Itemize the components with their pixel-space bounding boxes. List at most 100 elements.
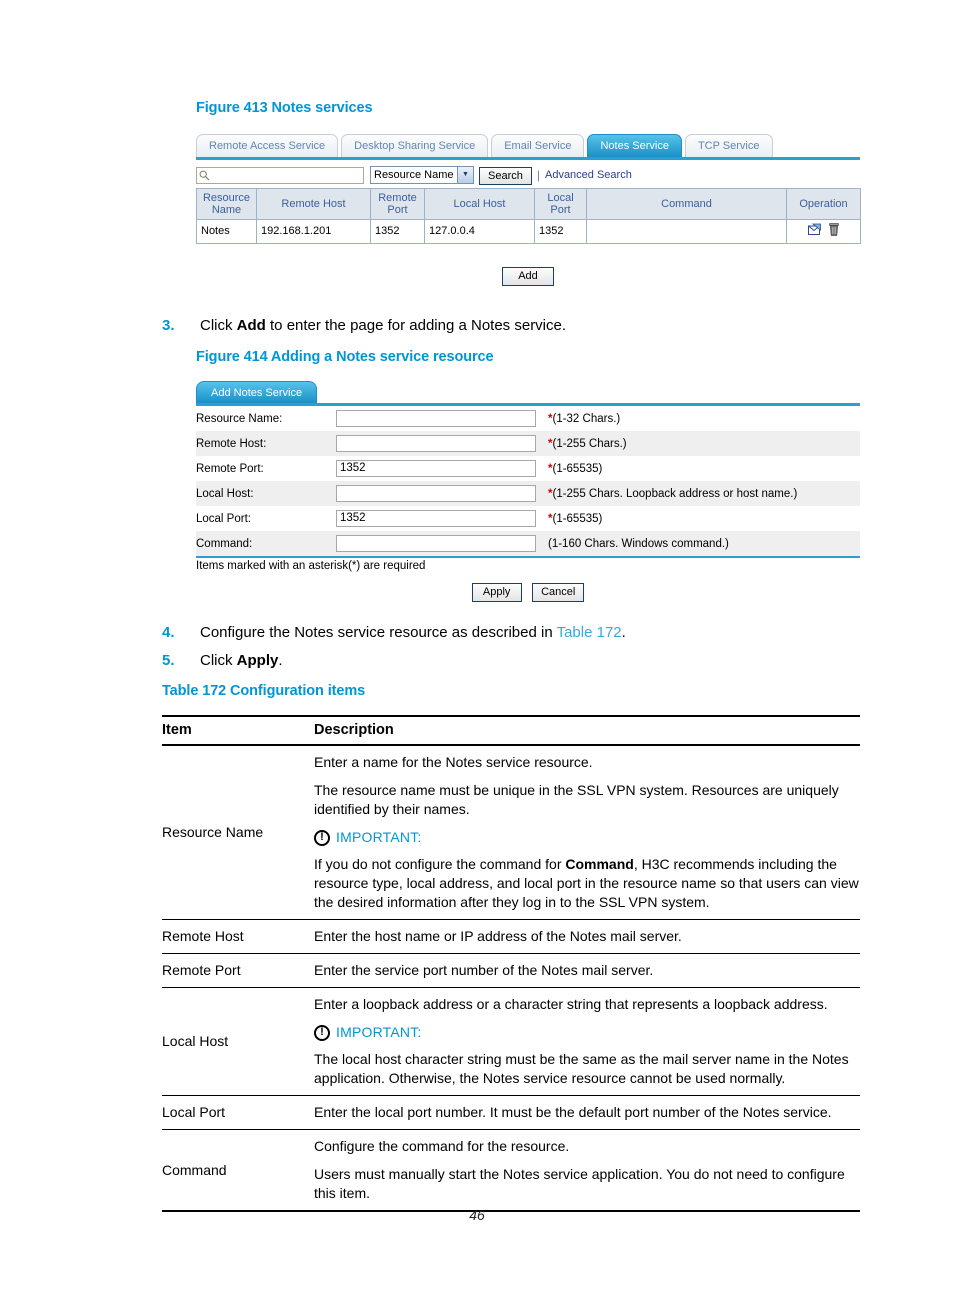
add-button[interactable]: Add — [502, 266, 554, 286]
desc-para: Enter the service port number of the Not… — [314, 962, 654, 978]
col-remote-port: Remote Port — [370, 188, 425, 220]
cell-command — [586, 219, 787, 244]
hint-remote-host: (1-255 Chars.) — [552, 437, 627, 450]
cell-remote-port: 1352 — [370, 219, 425, 244]
desc-para-important: The local host character string must be … — [314, 1051, 849, 1086]
tab-label: Add Notes Service — [211, 387, 303, 399]
table-row: Local Port Enter the local port number. … — [162, 1095, 860, 1130]
form-row-resource-name: Resource Name: *(1-32 Chars.) — [196, 406, 860, 431]
col-local-port: Local Port — [534, 188, 587, 220]
step-3-bold: Add — [236, 317, 266, 334]
table-row: Remote Port Enter the service port numbe… — [162, 953, 860, 988]
tab-notes-service[interactable]: Notes Service — [587, 134, 682, 157]
table-row: Notes 192.168.1.201 1352 127.0.0.4 1352 — [196, 219, 861, 244]
advanced-search-link[interactable]: Advanced Search — [545, 169, 632, 181]
step-4-text: Configure the Notes service resource as … — [200, 624, 626, 641]
item-remote-port: Remote Port — [162, 953, 314, 988]
col-operation: Operation — [786, 188, 861, 220]
figure-413-caption: Figure 413 Notes services — [196, 100, 373, 116]
cancel-button[interactable]: Cancel — [532, 582, 585, 602]
desc-local-port: Enter the local port number. It must be … — [314, 1095, 860, 1130]
table-172-caption: Table 172 Configuration items — [162, 683, 366, 699]
form-row-remote-port: Remote Port: 1352 *(1-65535) — [196, 456, 860, 481]
local-port-input[interactable]: 1352 — [336, 510, 536, 527]
command-input[interactable] — [336, 535, 536, 552]
figure-413-screenshot: Remote Access Service Desktop Sharing Se… — [196, 128, 861, 286]
hint-resource-name: (1-32 Chars.) — [552, 412, 621, 425]
table-row: Local Host Enter a loopback address or a… — [162, 987, 860, 1096]
step-5: 5. Click Apply. — [162, 651, 862, 671]
exclamation-circle-icon: ! — [314, 1024, 330, 1041]
step-3: 3. Click Add to enter the page for addin… — [162, 316, 862, 336]
chevron-down-icon: ▼ — [457, 167, 473, 183]
desc-para: Enter the host name or IP address of the… — [314, 928, 682, 944]
cell-resource-name: Notes — [196, 219, 257, 244]
cell-remote-host: 192.168.1.201 — [256, 219, 371, 244]
tab-email-service[interactable]: Email Service — [491, 134, 585, 157]
toolbar-separator: | — [536, 168, 540, 182]
search-button[interactable]: Search — [479, 166, 532, 185]
tab-tcp-service[interactable]: TCP Service — [684, 134, 773, 157]
search-field-select-value: Resource Name — [374, 169, 454, 181]
tab-desktop-sharing-service[interactable]: Desktop Sharing Service — [341, 134, 489, 157]
col-local-host: Local Host — [424, 188, 535, 220]
desc-resource-name: Enter a name for the Notes service resou… — [314, 745, 860, 920]
col-resource-name: Resource Name — [196, 188, 257, 220]
item-command: Command — [162, 1129, 314, 1212]
tab-add-notes-service[interactable]: Add Notes Service — [196, 381, 318, 403]
label-command: Command: — [196, 531, 336, 556]
step-3-number: 3. — [162, 317, 175, 334]
desc-remote-port: Enter the service port number of the Not… — [314, 953, 860, 988]
tab-label: Notes Service — [600, 140, 669, 152]
form-row-local-host: Local Host: *(1-255 Chars. Loopback addr… — [196, 481, 860, 506]
step-4-number: 4. — [162, 624, 175, 641]
hint-local-port: (1-65535) — [552, 512, 603, 525]
tab-label: TCP Service — [697, 140, 760, 152]
item-remote-host: Remote Host — [162, 919, 314, 954]
edit-icon[interactable] — [807, 223, 822, 240]
add-notes-service-form: Resource Name: *(1-32 Chars.) Remote Hos… — [196, 406, 860, 556]
table-header-row: Resource Name Remote Host Remote Port Lo… — [196, 188, 861, 220]
important-note: ! IMPORTANT: — [314, 828, 860, 847]
search-icon — [199, 170, 210, 181]
label-resource-name: Resource Name: — [196, 406, 336, 431]
delete-icon[interactable] — [829, 223, 839, 240]
desc-para: Configure the command for the resource. — [314, 1138, 570, 1154]
tab-label: Remote Access Service — [209, 140, 326, 152]
col-remote-host: Remote Host — [256, 188, 371, 220]
tab-remote-access-service[interactable]: Remote Access Service — [196, 134, 339, 157]
search-field-select[interactable]: Resource Name ▼ — [370, 166, 474, 184]
apply-button[interactable]: Apply — [471, 582, 522, 602]
add-button-container: Add — [196, 266, 860, 286]
important-label: IMPORTANT: — [336, 829, 422, 845]
cell-operation — [786, 219, 861, 244]
step-3-text: Click Add to enter the page for adding a… — [200, 317, 567, 334]
desc-para: Enter the local port number. It must be … — [314, 1104, 832, 1120]
hint-command: (1-160 Chars. Windows command.) — [548, 537, 729, 550]
form-row-command: Command: (1-160 Chars. Windows command.) — [196, 531, 860, 556]
remote-host-input[interactable] — [336, 435, 536, 452]
label-local-host: Local Host: — [196, 481, 336, 506]
inline-bold-command: Command — [565, 856, 634, 872]
table-row: Resource Name Enter a name for the Notes… — [162, 745, 860, 920]
table-row: Command Configure the command for the re… — [162, 1129, 860, 1212]
add-notes-service-tab-bar: Add Notes Service — [196, 376, 860, 406]
resource-name-input[interactable] — [336, 410, 536, 427]
desc-para: Enter a name for the Notes service resou… — [314, 754, 593, 770]
table-row: Remote Host Enter the host name or IP ad… — [162, 919, 860, 954]
item-local-host: Local Host — [162, 987, 314, 1096]
item-local-port: Local Port — [162, 1095, 314, 1130]
step-5-number: 5. — [162, 652, 175, 669]
table-172-link[interactable]: Table 172 — [557, 624, 622, 641]
exclamation-circle-icon: ! — [314, 829, 330, 846]
remote-port-input[interactable]: 1352 — [336, 460, 536, 477]
figure-414-caption: Figure 414 Adding a Notes service resour… — [196, 349, 494, 365]
search-input[interactable] — [196, 166, 364, 184]
local-host-input[interactable] — [336, 485, 536, 502]
figure-414-screenshot: Add Notes Service Resource Name: *(1-32 … — [196, 376, 860, 602]
label-remote-port: Remote Port: — [196, 456, 336, 481]
form-row-local-port: Local Port: 1352 *(1-65535) — [196, 506, 860, 531]
tab-label: Desktop Sharing Service — [354, 140, 476, 152]
form-row-remote-host: Remote Host: *(1-255 Chars.) — [196, 431, 860, 456]
cell-local-host: 127.0.0.4 — [424, 219, 535, 244]
